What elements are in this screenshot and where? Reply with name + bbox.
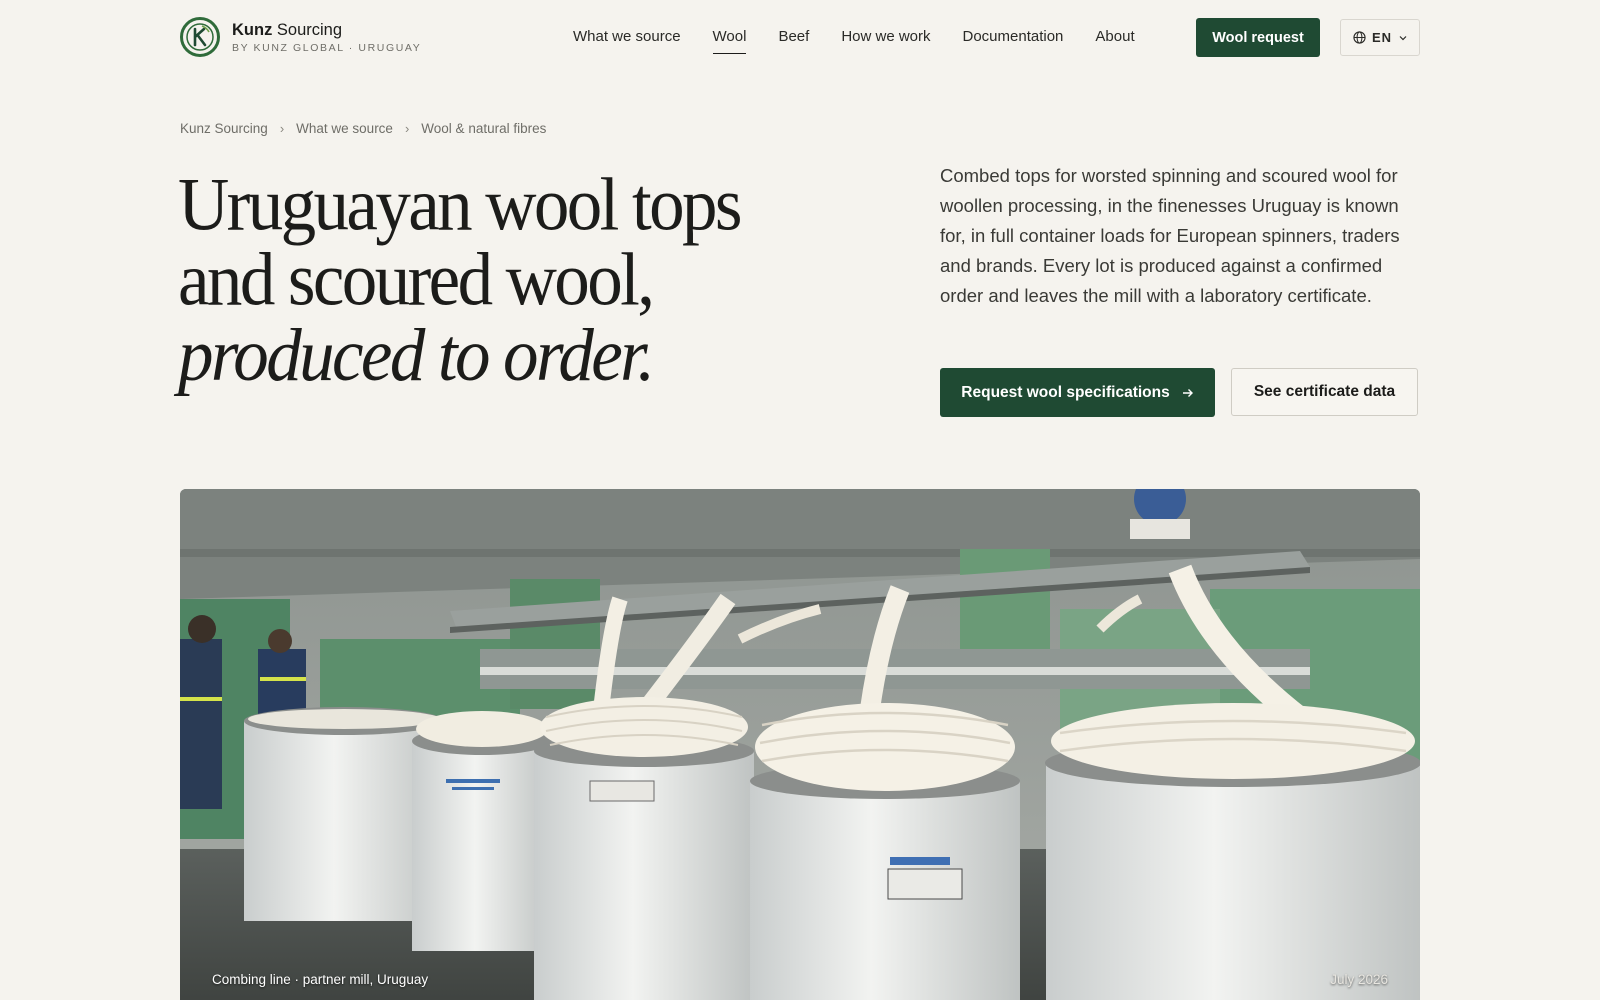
kunz-logo-icon — [180, 17, 220, 57]
nav-item-what-we-source[interactable]: What we source — [573, 26, 681, 48]
main-nav: What we source Wool Beef How we work Doc… — [573, 26, 1167, 54]
hero-photo: Combing line · partner mill, Uruguay Jul… — [180, 489, 1420, 1000]
combing-line-illustration — [180, 489, 1420, 1000]
brand-name: Kunz Sourcing — [232, 21, 343, 39]
site-header: Kunz Sourcing BY KUNZ GLOBAL · URUGUAY W… — [0, 0, 1600, 76]
globe-icon — [1353, 31, 1366, 44]
page-title: Uruguayan wool tops and scoured wool, pr… — [178, 167, 778, 397]
chevron-right-icon: › — [404, 121, 410, 136]
request-specifications-button[interactable]: Request wool specifications — [940, 368, 1215, 417]
nav-item-about[interactable]: About — [1095, 26, 1134, 48]
breadcrumb-item-what-we-source[interactable]: What we source — [296, 121, 393, 136]
breadcrumb-item-current: Wool & natural fibres — [421, 121, 547, 136]
language-label: EN — [1371, 30, 1393, 45]
request-specifications-label: Request wool specifications — [961, 383, 1170, 401]
language-selector[interactable]: EN — [1340, 19, 1420, 56]
title-line-1: Uruguayan wool tops — [178, 163, 743, 247]
breadcrumb: Kunz Sourcing › What we source › Wool & … — [180, 121, 546, 136]
hero-description: Combed tops for worsted spinning and sco… — [940, 165, 1400, 306]
brand-subtitle: BY KUNZ GLOBAL · URUGUAY — [232, 42, 422, 54]
brand-logo-link[interactable]: Kunz Sourcing BY KUNZ GLOBAL · URUGUAY — [180, 17, 421, 57]
photo-date: July 2026 — [1330, 972, 1388, 987]
chevron-down-icon — [1399, 35, 1407, 41]
arrow-right-icon — [1182, 388, 1194, 398]
photo-caption: Combing line · partner mill, Uruguay — [212, 972, 429, 987]
nav-item-beef[interactable]: Beef — [778, 26, 809, 48]
breadcrumb-item-home[interactable]: Kunz Sourcing — [180, 121, 268, 136]
chevron-right-icon: › — [279, 121, 285, 136]
nav-item-how-we-work[interactable]: How we work — [841, 26, 930, 48]
see-certificate-data-button[interactable]: See certificate data — [1231, 368, 1418, 416]
nav-item-documentation[interactable]: Documentation — [963, 26, 1064, 48]
nav-item-wool[interactable]: Wool — [712, 26, 746, 54]
wool-request-button[interactable]: Wool request — [1196, 18, 1320, 57]
title-line-3: produced to order. — [178, 314, 655, 397]
title-line-2: and scoured wool, — [178, 239, 655, 322]
